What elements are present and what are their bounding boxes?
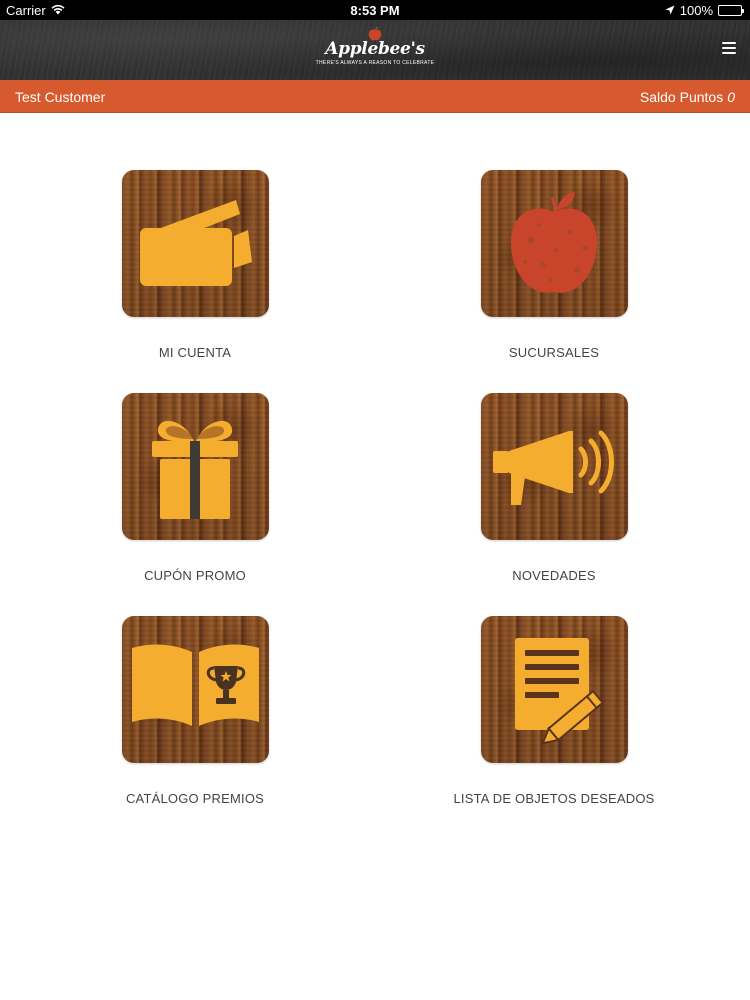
tile-sucursales[interactable]: SUCURSALES	[404, 170, 704, 380]
points-label: Saldo Puntos	[639, 89, 724, 105]
tile-cupon-promo[interactable]: CUPÓN PROMO	[45, 393, 345, 603]
status-bar: Carrier 8:53 PM 100%	[0, 0, 750, 20]
hamburger-icon[interactable]	[722, 42, 736, 54]
user-points-bar: Test Customer Saldo Puntos 0	[0, 80, 750, 113]
tile-label: SUCURSALES	[508, 345, 600, 360]
logo-tagline: THERE'S ALWAYS A REASON TO CELEBRATE	[315, 60, 435, 66]
gift-icon	[122, 393, 269, 540]
battery-icon	[718, 5, 744, 16]
points-balance: Saldo Puntos 0	[640, 89, 735, 105]
location-arrow-icon	[665, 3, 675, 18]
megaphone-icon	[481, 393, 628, 540]
tile-label: CATÁLOGO PREMIOS	[125, 791, 265, 806]
points-value: 0	[727, 89, 735, 105]
note-pencil-icon	[481, 616, 628, 763]
logo-text: Applebee's	[325, 39, 425, 59]
tile-label: CUPÓN PROMO	[144, 568, 246, 583]
tile-label: LISTA DE OBJETOS DESEADOS	[453, 791, 655, 806]
app-header: Applebee's THERE'S ALWAYS A REASON TO CE…	[0, 20, 750, 80]
battery-percent: 100%	[679, 3, 713, 18]
tile-lista-deseados[interactable]: LISTA DE OBJETOS DESEADOS	[404, 616, 704, 826]
apple-icon	[481, 170, 628, 317]
tile-mi-cuenta[interactable]: MI CUENTA	[45, 170, 345, 380]
tile-novedades[interactable]: NOVEDADES	[404, 393, 704, 603]
tile-label: MI CUENTA	[158, 345, 232, 360]
tile-catalogo-premios[interactable]: CATÁLOGO PREMIOS	[45, 616, 345, 826]
status-time: 8:53 PM	[350, 3, 400, 18]
tile-label: NOVEDADES	[512, 568, 596, 583]
open-book-trophy-icon	[122, 616, 269, 763]
customer-name: Test Customer	[15, 89, 106, 105]
credit-cards-icon	[122, 170, 269, 317]
applebees-logo[interactable]: Applebee's THERE'S ALWAYS A REASON TO CE…	[0, 26, 750, 66]
